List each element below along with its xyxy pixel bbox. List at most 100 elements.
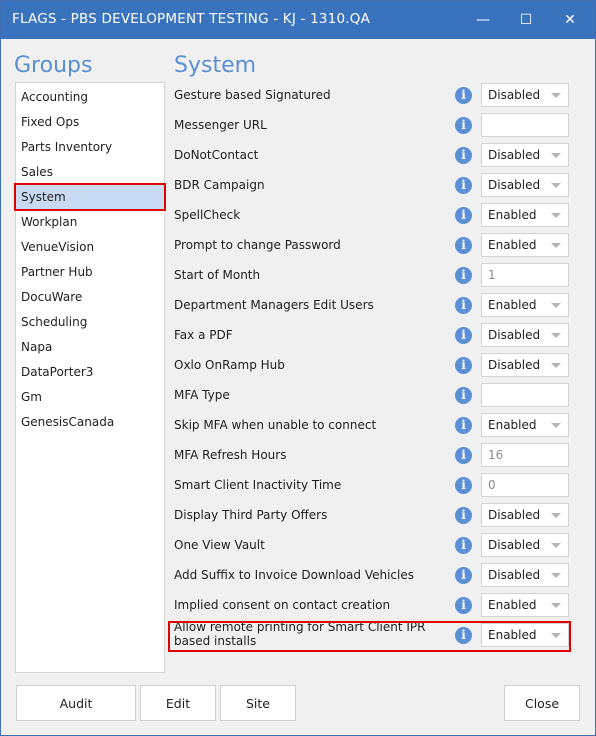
- group-item-scheduling[interactable]: Scheduling: [16, 310, 164, 334]
- chevron-down-icon: [551, 183, 561, 188]
- info-icon[interactable]: i: [455, 297, 472, 314]
- setting-value: Disabled: [488, 568, 541, 582]
- setting-value: Enabled: [488, 598, 537, 612]
- setting-label: Display Third Party Offers: [174, 508, 328, 522]
- setting-label: Oxlo OnRamp Hub: [174, 358, 285, 372]
- setting-dropdown[interactable]: Enabled: [481, 233, 569, 257]
- group-item-venuevision[interactable]: VenueVision: [16, 235, 164, 259]
- setting-value: Disabled: [488, 508, 541, 522]
- chevron-down-icon: [551, 303, 561, 308]
- audit-button[interactable]: Audit: [16, 685, 136, 721]
- close-icon[interactable]: ✕: [548, 1, 592, 39]
- chevron-down-icon: [551, 153, 561, 158]
- info-icon[interactable]: i: [455, 237, 472, 254]
- setting-input[interactable]: 1: [481, 263, 569, 287]
- info-icon[interactable]: i: [455, 117, 472, 134]
- info-icon[interactable]: i: [455, 267, 472, 284]
- chevron-down-icon: [551, 513, 561, 518]
- setting-value: 16: [488, 448, 504, 462]
- info-icon[interactable]: i: [455, 177, 472, 194]
- info-icon[interactable]: i: [455, 417, 472, 434]
- setting-label: MFA Type: [174, 388, 230, 402]
- setting-value: Enabled: [488, 208, 537, 222]
- info-icon[interactable]: i: [455, 597, 472, 614]
- setting-label: One View Vault: [174, 538, 265, 552]
- setting-value: Disabled: [488, 148, 541, 162]
- setting-dropdown[interactable]: Disabled: [481, 83, 569, 107]
- group-item-partner-hub[interactable]: Partner Hub: [16, 260, 164, 284]
- setting-dropdown[interactable]: Enabled: [481, 593, 569, 617]
- minimize-icon[interactable]: —: [461, 1, 505, 39]
- info-icon[interactable]: i: [455, 147, 472, 164]
- setting-value: 0: [488, 478, 496, 492]
- group-item-system[interactable]: System: [14, 183, 166, 211]
- setting-label: Implied consent on contact creation: [174, 598, 391, 612]
- window-title: FLAGS - PBS DEVELOPMENT TESTING - KJ - 1…: [12, 11, 370, 27]
- setting-dropdown[interactable]: Enabled: [481, 203, 569, 227]
- setting-dropdown[interactable]: Enabled: [481, 413, 569, 437]
- setting-dropdown[interactable]: Disabled: [481, 323, 569, 347]
- group-item-gm[interactable]: Gm: [16, 385, 164, 409]
- info-icon[interactable]: i: [455, 87, 472, 104]
- group-item-accounting[interactable]: Accounting: [16, 85, 164, 109]
- setting-value: Disabled: [488, 328, 541, 342]
- group-item-sales[interactable]: Sales: [16, 160, 164, 184]
- setting-value: Enabled: [488, 418, 537, 432]
- chevron-down-icon: [551, 363, 561, 368]
- group-item-workplan[interactable]: Workplan: [16, 210, 164, 234]
- chevron-down-icon: [551, 573, 561, 578]
- setting-dropdown[interactable]: Disabled: [481, 533, 569, 557]
- site-button[interactable]: Site: [220, 685, 296, 721]
- info-icon[interactable]: i: [455, 207, 472, 224]
- setting-label: Prompt to change Password: [174, 238, 341, 252]
- setting-value: Disabled: [488, 88, 541, 102]
- setting-value: Disabled: [488, 178, 541, 192]
- chevron-down-icon: [551, 243, 561, 248]
- chevron-down-icon: [551, 213, 561, 218]
- setting-label: Start of Month: [174, 268, 261, 282]
- setting-value: Enabled: [488, 298, 537, 312]
- setting-label: Messenger URL: [174, 118, 267, 132]
- highlight-annotation: [168, 621, 571, 652]
- groups-header: Groups: [14, 53, 93, 78]
- setting-label: Gesture based Signatured: [174, 88, 331, 102]
- setting-input[interactable]: [481, 383, 569, 407]
- info-icon[interactable]: i: [455, 327, 472, 344]
- setting-value: Disabled: [488, 358, 541, 372]
- group-item-dataporter3[interactable]: DataPorter3: [16, 360, 164, 384]
- info-icon[interactable]: i: [455, 387, 472, 404]
- setting-label: Add Suffix to Invoice Download Vehicles: [174, 568, 414, 582]
- group-item-genesiscanada[interactable]: GenesisCanada: [16, 410, 164, 434]
- setting-input[interactable]: 16: [481, 443, 569, 467]
- group-item-parts-inventory[interactable]: Parts Inventory: [16, 135, 164, 159]
- setting-label: Smart Client Inactivity Time: [174, 478, 342, 492]
- setting-dropdown[interactable]: Enabled: [481, 293, 569, 317]
- setting-value: Disabled: [488, 538, 541, 552]
- info-icon[interactable]: i: [455, 537, 472, 554]
- chevron-down-icon: [551, 93, 561, 98]
- info-icon[interactable]: i: [455, 477, 472, 494]
- group-item-docuware[interactable]: DocuWare: [16, 285, 164, 309]
- setting-input[interactable]: 0: [481, 473, 569, 497]
- info-icon[interactable]: i: [455, 567, 472, 584]
- settings-header: System: [174, 53, 257, 78]
- setting-label: Department Managers Edit Users: [174, 298, 374, 312]
- setting-dropdown[interactable]: Disabled: [481, 563, 569, 587]
- maximize-icon[interactable]: ☐: [504, 1, 548, 39]
- setting-label: Skip MFA when unable to connect: [174, 418, 377, 432]
- close-button[interactable]: Close: [504, 685, 580, 721]
- info-icon[interactable]: i: [455, 507, 472, 524]
- setting-value: 1: [488, 268, 496, 282]
- setting-input[interactable]: [481, 113, 569, 137]
- setting-dropdown[interactable]: Disabled: [481, 143, 569, 167]
- edit-button[interactable]: Edit: [140, 685, 216, 721]
- group-item-fixed-ops[interactable]: Fixed Ops: [16, 110, 164, 134]
- group-item-napa[interactable]: Napa: [16, 335, 164, 359]
- setting-label: Fax a PDF: [174, 328, 233, 342]
- setting-dropdown[interactable]: Disabled: [481, 173, 569, 197]
- setting-value: Enabled: [488, 238, 537, 252]
- setting-dropdown[interactable]: Disabled: [481, 503, 569, 527]
- info-icon[interactable]: i: [455, 447, 472, 464]
- setting-dropdown[interactable]: Disabled: [481, 353, 569, 377]
- info-icon[interactable]: i: [455, 357, 472, 374]
